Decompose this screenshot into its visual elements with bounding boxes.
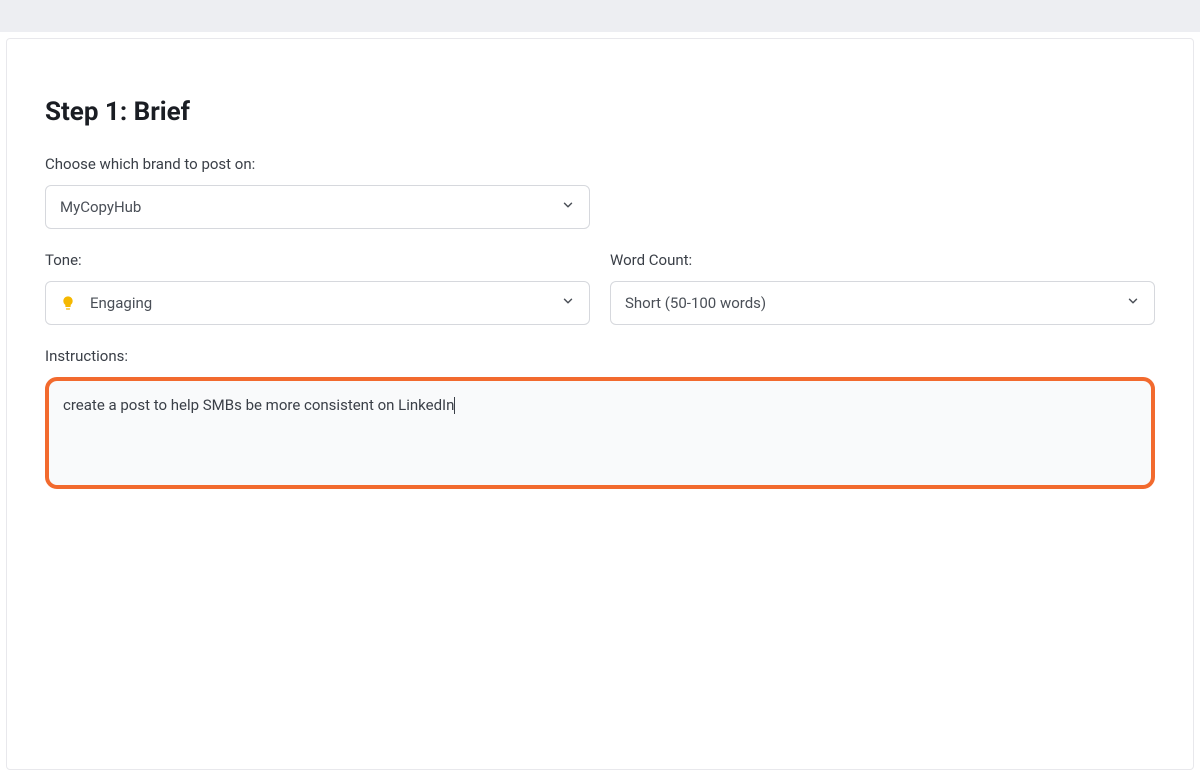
top-bar (0, 0, 1200, 32)
tone-label: Tone: (45, 251, 590, 269)
brand-label: Choose which brand to post on: (45, 155, 1155, 173)
tone-select[interactable]: Engaging (45, 281, 590, 325)
wordcount-field: Word Count: Short (50-100 words) (610, 251, 1155, 325)
instructions-label: Instructions: (45, 347, 1155, 365)
instructions-highlight: create a post to help SMBs be more consi… (45, 377, 1155, 489)
outer-container: Step 1: Brief Choose which brand to post… (0, 32, 1200, 776)
instructions-field: Instructions: create a post to help SMBs… (45, 347, 1155, 489)
instructions-textarea[interactable]: create a post to help SMBs be more consi… (49, 381, 1151, 485)
main-card: Step 1: Brief Choose which brand to post… (6, 38, 1194, 770)
tone-field: Tone: Engaging (45, 251, 590, 325)
wordcount-select[interactable]: Short (50-100 words) (610, 281, 1155, 325)
tone-wordcount-row: Tone: Engaging Word Count: (45, 251, 1155, 325)
wordcount-selected-value: Short (50-100 words) (625, 294, 766, 312)
brand-selected-value: MyCopyHub (60, 198, 141, 216)
wordcount-label: Word Count: (610, 251, 1155, 269)
brand-field: Choose which brand to post on: MyCopyHub (45, 155, 1155, 229)
wordcount-select-wrapper: Short (50-100 words) (610, 281, 1155, 325)
tone-selected-value: Engaging (90, 294, 152, 312)
brand-select[interactable]: MyCopyHub (45, 185, 590, 229)
instructions-text: create a post to help SMBs be more consi… (63, 396, 454, 414)
text-cursor (454, 397, 455, 414)
step-title: Step 1: Brief (45, 97, 1155, 127)
chevron-down-icon (561, 198, 575, 216)
chevron-down-icon (561, 294, 575, 312)
tone-select-wrapper: Engaging (45, 281, 590, 325)
bulb-icon (60, 295, 76, 311)
brand-select-wrapper: MyCopyHub (45, 185, 590, 229)
chevron-down-icon (1126, 294, 1140, 312)
